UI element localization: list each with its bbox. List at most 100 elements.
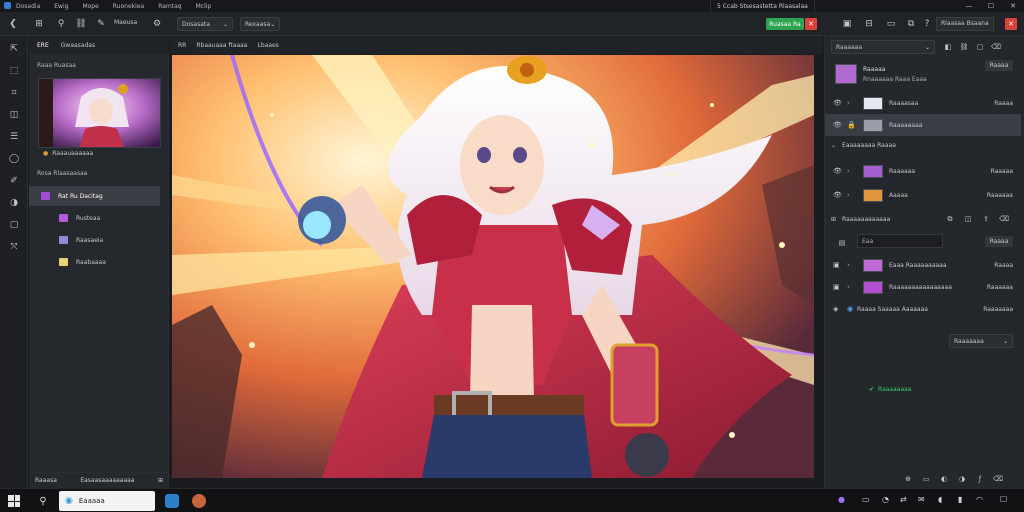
notifications-icon[interactable]: ☐ <box>1000 495 1007 504</box>
fx-icon[interactable]: ƒ <box>975 474 985 484</box>
effects-add-button[interactable]: Raaaa <box>985 236 1013 247</box>
taskbar-search[interactable]: ◉ Eaaaaa <box>59 491 155 511</box>
tree-item-root[interactable]: Rat Ru Dacitag <box>29 186 160 206</box>
canvas-tab-2[interactable]: Rbaauaaa ftaaaa <box>196 42 247 49</box>
trash-icon[interactable]: ⌫ <box>993 474 1003 484</box>
pen-tool-icon[interactable]: ✐ <box>7 174 21 188</box>
canvas-tab-3[interactable]: Lbaaes <box>257 42 278 49</box>
delete-layer-icon[interactable]: ⌫ <box>991 42 1001 52</box>
layer-row-selected[interactable]: 👁 🔒 Raaaaaaaa <box>825 114 1021 136</box>
eye-icon[interactable]: 👁 <box>833 121 842 129</box>
chevron-right-icon[interactable]: › <box>847 99 857 107</box>
menu-item-5[interactable]: Ramtaq <box>158 3 181 10</box>
options-button[interactable]: Raaaa <box>985 60 1013 71</box>
link-icon[interactable]: ⛓ <box>74 17 88 31</box>
menu-item-4[interactable]: Ruonekiea <box>113 3 144 10</box>
crop-tool-icon[interactable]: ⌗ <box>7 86 21 100</box>
transform-tool-icon[interactable]: ⤧ <box>7 240 21 254</box>
output-dropdown[interactable]: Raaaaaaa ⌄ <box>949 334 1013 348</box>
layout-icon[interactable]: ⊟ <box>862 17 876 31</box>
tab-assets[interactable]: Gwaasadas <box>61 42 95 49</box>
tray-network-icon[interactable]: ◔ <box>882 495 889 504</box>
maximize-button[interactable]: ☐ <box>980 0 1002 12</box>
app-icon-editor[interactable] <box>165 494 179 508</box>
windows-start-icon[interactable] <box>8 495 20 507</box>
help-icon[interactable]: ? <box>920 17 934 31</box>
layer-row[interactable]: 👁 › Raaaasaa Raaaa <box>825 92 1021 114</box>
app-icon-art[interactable] <box>192 494 206 508</box>
search-input[interactable]: Rlaasaa Bsaana <box>936 17 994 31</box>
shield-icon[interactable]: ◈ <box>833 305 841 313</box>
chevron-right-icon[interactable]: › <box>847 167 857 175</box>
frame-tool-icon[interactable]: ▢ <box>7 218 21 232</box>
move-tool-icon[interactable]: ⇱ <box>7 42 21 56</box>
effect-row[interactable]: ◈ ◉ Raaaa Saaaaa Aaaaaaa Raaaaaaa <box>825 298 1021 320</box>
export-button[interactable]: Ruasaa Ra <box>766 18 804 30</box>
back-arrow-icon[interactable]: ❮ <box>6 17 20 31</box>
effect-row[interactable]: ▣ › Raaaaaaaaaaaaaaaa Raaaaaa <box>825 276 1021 298</box>
panel-icon[interactable]: ▭ <box>884 17 898 31</box>
chevron-right-icon[interactable]: › <box>847 191 857 199</box>
menu-item-3[interactable]: Mope <box>82 3 98 10</box>
tree-item-child-1[interactable]: Rusteaa <box>29 208 160 228</box>
tray-volume-icon[interactable]: ◖ <box>938 495 942 504</box>
tree-item-child-2[interactable]: Raasaeia <box>29 230 160 250</box>
tree-item-child-3[interactable]: Raabaaaa <box>29 252 160 272</box>
close-panel-icon[interactable]: ✕ <box>1005 18 1017 30</box>
eye-icon[interactable]: 👁 <box>833 191 842 199</box>
menu-item-6[interactable]: Mclip <box>196 3 212 10</box>
save-icon[interactable]: ▣ <box>840 17 854 31</box>
close-icon[interactable]: ✕ <box>805 18 817 30</box>
new-layer-icon[interactable]: ▢ <box>975 42 985 52</box>
search-icon[interactable]: ⚲ <box>36 494 50 508</box>
select-tool-icon[interactable]: ⬚ <box>7 64 21 78</box>
tray-monitor-icon[interactable]: ▭ <box>862 495 870 504</box>
layers-icon[interactable]: ⧉ <box>904 17 918 31</box>
eye-icon[interactable]: 👁 <box>833 99 842 107</box>
delete-icon[interactable]: ⌫ <box>999 214 1009 224</box>
menu-item-1[interactable]: Dosadia <box>16 3 40 10</box>
checkbox-icon[interactable]: ▣ <box>833 283 841 291</box>
chevron-right-icon[interactable]: › <box>847 261 857 269</box>
folder-icon[interactable]: ▭ <box>921 474 931 484</box>
tray-battery-icon[interactable]: ▮ <box>958 495 962 504</box>
zoom-icon[interactable]: ⚲ <box>54 17 68 31</box>
filter-icon[interactable]: ▤ <box>837 238 847 248</box>
preview-thumbnail[interactable] <box>38 78 161 148</box>
link-layer-icon[interactable]: ⛓ <box>959 42 969 52</box>
grid-icon[interactable]: ⊞ <box>32 17 46 31</box>
tray-wifi-icon[interactable]: ◠ <box>976 495 983 504</box>
dodge-tool-icon[interactable]: ◑ <box>7 196 21 210</box>
minimize-button[interactable]: — <box>958 0 980 12</box>
settings-icon[interactable]: ⚙ <box>150 17 164 31</box>
lock-icon[interactable]: 🔒 <box>847 121 857 129</box>
circle-tool-icon[interactable]: ◯ <box>7 152 21 166</box>
tray-mail-icon[interactable]: ✉ <box>918 495 925 504</box>
brush-icon[interactable]: ✎ <box>94 17 108 31</box>
eye-icon[interactable]: 👁 <box>833 167 842 175</box>
mask-icon[interactable]: ◧ <box>943 42 953 52</box>
blend-mode-dropdown[interactable]: Raaaaaa ⌄ <box>831 40 935 54</box>
canvas-artwork[interactable] <box>172 55 814 478</box>
canvas-tab-1[interactable]: RR <box>178 42 186 49</box>
close-window-button[interactable]: ✕ <box>1002 0 1024 12</box>
effects-search-input[interactable]: Eaa <box>857 234 943 248</box>
bucket-tool-icon[interactable]: ◫ <box>7 108 21 122</box>
mode-dropdown[interactable]: Rexaasa ⌄ <box>240 17 280 31</box>
add-icon[interactable]: ⊕ <box>903 474 913 484</box>
effect-row[interactable]: ▣ › Eaaa Raaaaaaaaaa Raaaa <box>825 254 1021 276</box>
info-icon[interactable]: ◉ <box>847 305 857 313</box>
menu-item-2[interactable]: Ewig <box>54 3 68 10</box>
tab-files[interactable]: ERE <box>37 42 49 49</box>
export-layer-icon[interactable]: ⇪ <box>981 214 991 224</box>
chevron-right-icon[interactable]: › <box>847 283 857 291</box>
workspace-dropdown[interactable]: Dosasata ⌄ <box>177 17 233 31</box>
layers-tool-icon[interactable]: ☰ <box>7 130 21 144</box>
add-icon[interactable]: ⊞ <box>158 477 163 484</box>
tray-app-icon[interactable]: ● <box>838 495 845 504</box>
group-layer-row[interactable]: 👁 › Aaaaa Raaaaaa <box>825 184 1021 206</box>
tray-share-icon[interactable]: ⇄ <box>900 495 907 504</box>
mask-add-icon[interactable]: ◐ <box>939 474 949 484</box>
group-layer-row[interactable]: 👁 › Raaaaaa Raaaaa <box>825 160 1021 182</box>
copy-icon[interactable]: ⧉ <box>945 214 955 224</box>
